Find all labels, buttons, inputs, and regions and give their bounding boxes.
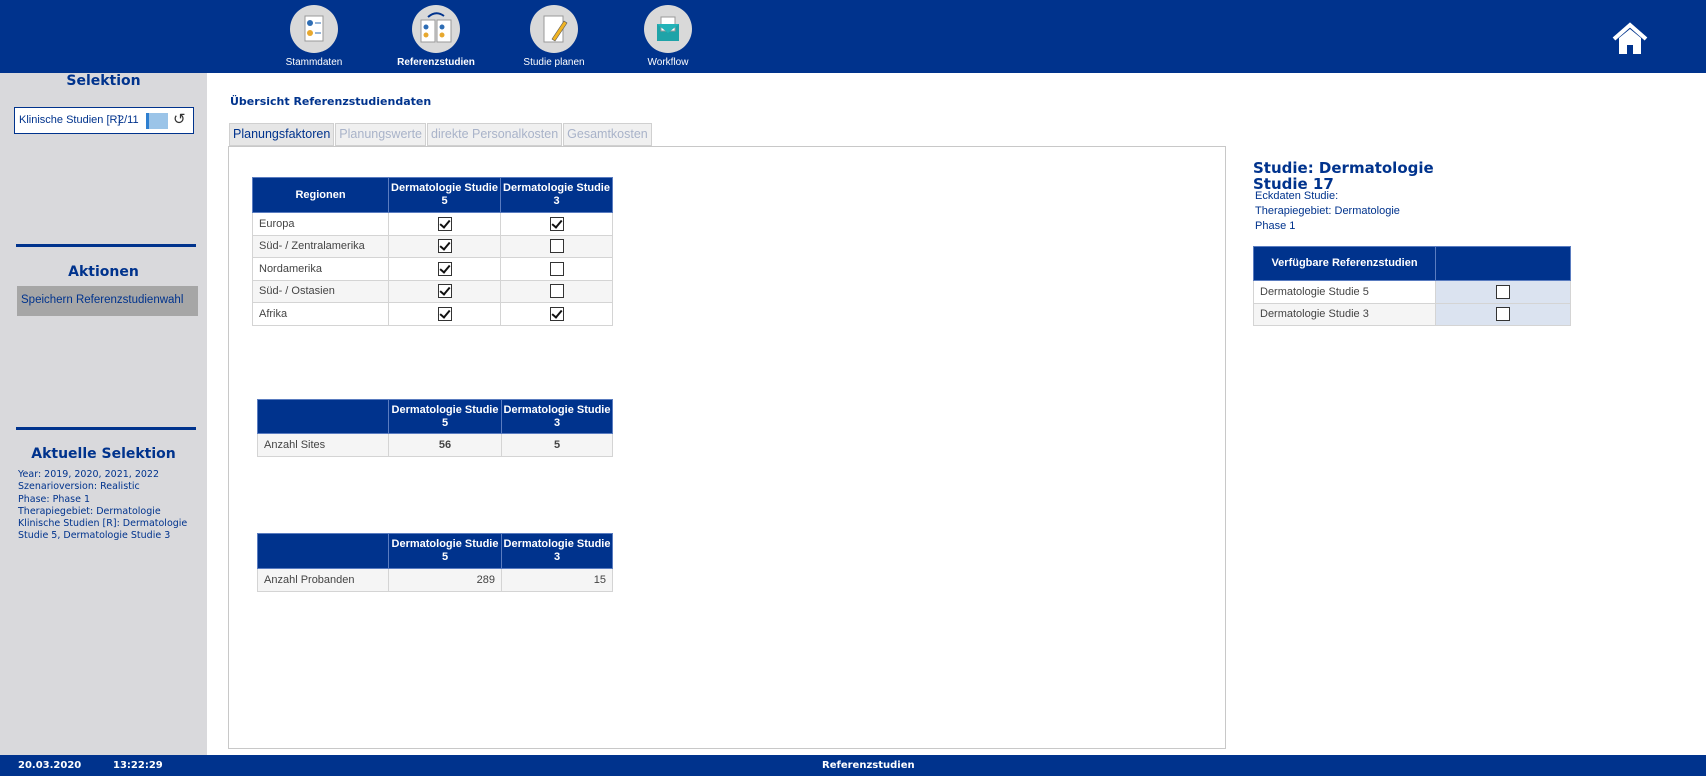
column-header: Dermatologie Studie 3 — [501, 533, 613, 569]
table-row: Süd- / Zentralamerika — [252, 234, 613, 258]
column-header: Dermatologie Studie 5 — [388, 177, 501, 213]
checkbox-studie-5[interactable] — [437, 261, 452, 276]
home-icon[interactable] — [1612, 22, 1648, 56]
nav-workflow[interactable]: Workflow — [608, 5, 728, 68]
study-title: Studie: Dermatologie Studie 17 — [1253, 159, 1434, 193]
checkbox-studie-5[interactable] — [437, 239, 452, 254]
value-studie-3: 15 — [501, 568, 613, 592]
column-header: Dermatologie Studie 5 — [388, 399, 502, 434]
table-row: Anzahl Probanden 289 15 — [257, 568, 613, 592]
checkbox-studie-5[interactable] — [437, 284, 452, 299]
reset-icon[interactable]: ↺ — [173, 110, 186, 128]
region-label: Afrika — [252, 302, 389, 326]
select-checkbox[interactable] — [1496, 284, 1510, 299]
probanden-table: Dermatologie Studie 5 Dermatologie Studi… — [257, 533, 613, 592]
value-studie-3: 5 — [501, 433, 613, 457]
info-line: Phase 1 — [1255, 220, 1296, 232]
regionen-table: Regionen Dermatologie Studie 5 Dermatolo… — [252, 177, 613, 326]
info-line: Therapiegebiet: Dermatologie — [1255, 205, 1400, 217]
checkbox-studie-3[interactable] — [549, 261, 564, 276]
study-label: Dermatologie Studie 5 — [1253, 280, 1436, 304]
checkbox-studie-5[interactable] — [437, 306, 452, 321]
column-header — [257, 399, 389, 434]
save-referenzstudienwahl-button[interactable]: Speichern Referenzstudienwahl — [17, 286, 198, 316]
workflow-icon — [644, 5, 692, 53]
studie-planen-icon — [530, 5, 578, 53]
nav-stammdaten[interactable]: Stammdaten — [254, 5, 374, 68]
footer-page: Referenzstudien — [822, 760, 915, 771]
column-header: Dermatologie Studie 3 — [500, 177, 613, 213]
divider — [16, 427, 196, 430]
selection-line: Therapiegebiet: Dermatologie — [18, 505, 161, 517]
column-header: Dermatologie Studie 3 — [501, 399, 613, 434]
selektion-heading: Selektion — [66, 73, 141, 89]
table-row: Anzahl Sites 56 5 — [257, 433, 613, 457]
stammdaten-icon — [290, 5, 338, 53]
tab-planungsfaktoren[interactable]: Planungsfaktoren — [229, 123, 335, 146]
aktionen-heading: Aktionen — [68, 264, 139, 280]
page-title: Übersicht Referenzstudiendaten — [230, 95, 432, 108]
top-navigation-bar: Stammdaten Referenzstudien Studie planen… — [0, 0, 1706, 73]
sidebar: Selektion Klinische Studien [R] 2/11 ↺ A… — [0, 73, 207, 755]
table-row: Süd- / Ostasien — [252, 279, 613, 303]
selection-line: Year: 2019, 2020, 2021, 2022 — [18, 469, 159, 480]
aktuelle-selektion-list: Year: 2019, 2020, 2021, 2022 Szenariover… — [18, 469, 198, 543]
tab-planungswerte[interactable]: Planungswerte — [335, 123, 426, 146]
column-header — [257, 533, 389, 569]
column-header: Dermatologie Studie 5 — [388, 533, 502, 569]
info-line: Eckdaten Studie: — [1255, 190, 1339, 202]
tab-direkte-personalkosten[interactable]: direkte Personalkosten — [427, 123, 563, 146]
divider — [16, 244, 196, 247]
table-row: Dermatologie Studie 5 — [1253, 280, 1571, 304]
study-info: Eckdaten Studie: Therapiegebiet: Dermato… — [1255, 189, 1400, 234]
row-label: Anzahl Sites — [257, 433, 389, 457]
table-row: Dermatologie Studie 3 — [1253, 302, 1571, 326]
checkbox-studie-3[interactable] — [549, 284, 564, 299]
selection-line: Szenarioversion: Realistic — [18, 481, 140, 493]
column-header: Regionen — [252, 177, 389, 213]
table-row: Europa — [252, 212, 613, 236]
selector-count: 2/11 — [118, 114, 139, 126]
klinische-studien-selector[interactable]: Klinische Studien [R] 2/11 ↺ — [14, 107, 194, 134]
footer-time: 13:22:29 — [113, 760, 163, 771]
aktuelle-selektion-heading: Aktuelle Selektion — [31, 446, 176, 462]
selection-line: Klinische Studien [R]: Dermatologie Stud… — [18, 518, 188, 542]
status-bar: 20.03.2020 13:22:29 Referenzstudien — [0, 755, 1706, 776]
select-checkbox[interactable] — [1496, 307, 1510, 322]
region-label: Europa — [252, 212, 389, 236]
checkbox-studie-3[interactable] — [549, 216, 564, 231]
referenzstudien-icon — [412, 5, 460, 53]
column-header: Verfügbare Referenzstudien — [1253, 246, 1436, 281]
selector-label: Klinische Studien [R] — [19, 114, 121, 126]
value-studie-5: 56 — [388, 433, 502, 457]
tab-bar: Planungsfaktoren Planungswerte direkte P… — [229, 123, 653, 146]
column-header — [1435, 246, 1571, 281]
nav-studie-planen[interactable]: Studie planen — [494, 5, 614, 68]
region-label: Süd- / Ostasien — [252, 279, 389, 303]
region-label: Süd- / Zentralamerika — [252, 234, 389, 258]
tab-gesamtkosten[interactable]: Gesamtkosten — [563, 123, 652, 146]
table-row: Afrika — [252, 302, 613, 326]
checkbox-studie-3[interactable] — [549, 306, 564, 321]
sites-table: Dermatologie Studie 5 Dermatologie Studi… — [257, 399, 613, 457]
checkbox-studie-5[interactable] — [437, 216, 452, 231]
footer-date: 20.03.2020 — [18, 760, 82, 771]
region-label: Nordamerika — [252, 257, 389, 281]
nav-referenzstudien[interactable]: Referenzstudien — [376, 5, 496, 68]
checkbox-studie-3[interactable] — [549, 239, 564, 254]
verfuegbare-referenzstudien-table: Verfügbare Referenzstudien Dermatologie … — [1253, 246, 1571, 326]
selection-bar — [146, 113, 168, 129]
value-studie-5: 289 — [388, 568, 502, 592]
study-label: Dermatologie Studie 3 — [1253, 302, 1436, 326]
row-label: Anzahl Probanden — [257, 568, 389, 592]
selection-line: Phase: Phase 1 — [18, 493, 91, 505]
table-row: Nordamerika — [252, 257, 613, 281]
